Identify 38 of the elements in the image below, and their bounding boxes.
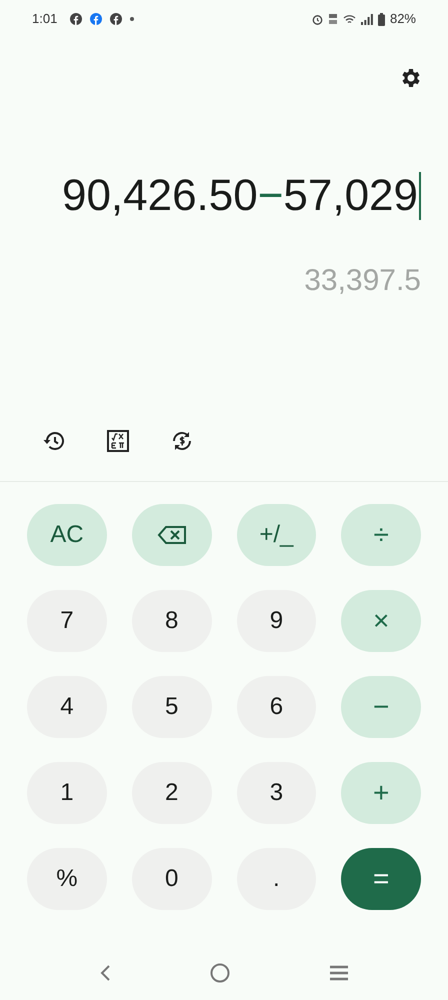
function-key[interactable]: +/_ bbox=[236, 504, 316, 566]
digit-key[interactable]: . bbox=[236, 848, 316, 910]
digit-key[interactable]: 4 bbox=[27, 676, 107, 738]
facebook-icon bbox=[110, 13, 122, 25]
back-icon[interactable] bbox=[99, 964, 112, 982]
battery-icon bbox=[378, 12, 385, 26]
digit-key[interactable]: 8 bbox=[132, 590, 212, 652]
home-icon[interactable] bbox=[210, 963, 230, 983]
backspace-icon bbox=[156, 525, 187, 545]
status-time: 1:01 bbox=[32, 10, 58, 28]
wifi-icon bbox=[342, 14, 356, 24]
facebook-icon bbox=[90, 13, 102, 25]
dot-icon bbox=[130, 17, 134, 21]
equals-key[interactable]: = bbox=[341, 848, 421, 910]
currency-conversion-icon[interactable] bbox=[170, 429, 194, 453]
operator-key[interactable]: + bbox=[341, 762, 421, 824]
alarm-icon bbox=[312, 14, 323, 24]
operator-key[interactable]: − bbox=[341, 676, 421, 738]
result-preview: 33,397.5 bbox=[304, 263, 421, 299]
digit-key[interactable]: 2 bbox=[132, 762, 212, 824]
operator-key[interactable]: ÷ bbox=[341, 504, 421, 566]
expression-display[interactable]: 90,426.50−57,029 bbox=[62, 172, 421, 220]
digit-key[interactable]: 1 bbox=[27, 762, 107, 824]
digit-key[interactable]: 9 bbox=[236, 590, 316, 652]
digit-key[interactable]: % bbox=[27, 848, 107, 910]
function-key[interactable]: AC bbox=[27, 504, 107, 566]
digit-key[interactable]: 6 bbox=[236, 676, 316, 738]
recent-apps-icon[interactable] bbox=[328, 964, 349, 982]
digit-key[interactable]: 3 bbox=[236, 762, 316, 824]
signal-icon bbox=[360, 14, 373, 24]
digit-key[interactable]: 0 bbox=[132, 848, 212, 910]
scientific-functions-icon[interactable] bbox=[106, 429, 130, 453]
operator-key[interactable]: × bbox=[341, 590, 421, 652]
digit-key[interactable]: 5 bbox=[132, 676, 212, 738]
digit-key[interactable]: 7 bbox=[27, 590, 107, 652]
battery-percentage: 82% bbox=[390, 10, 416, 28]
facebook-icon bbox=[70, 13, 82, 25]
history-icon[interactable] bbox=[42, 429, 66, 453]
